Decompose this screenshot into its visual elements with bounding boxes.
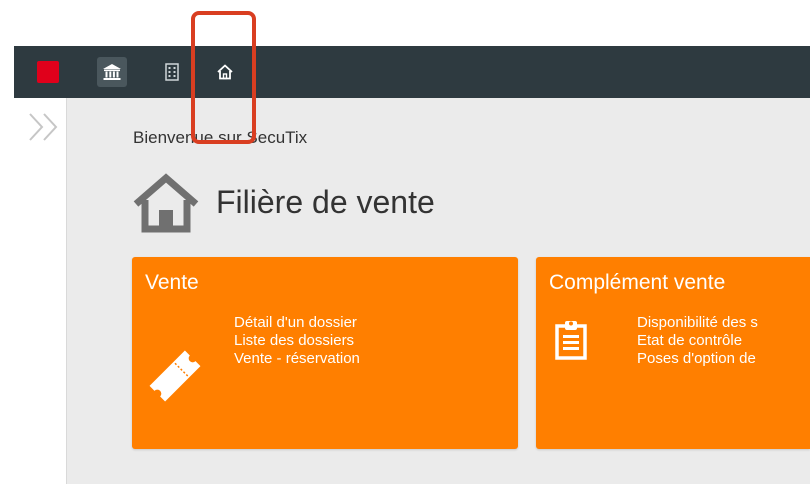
card-links: Disponibilité des s Etat de contrôle Pos… [637, 314, 758, 368]
card-links: Détail d'un dossier Liste des dossiers V… [234, 314, 360, 368]
link-detail-dossier[interactable]: Détail d'un dossier [234, 314, 360, 332]
sidebar [14, 98, 67, 484]
double-chevron-right-icon[interactable] [26, 112, 62, 142]
clipboard-icon [555, 321, 587, 360]
building-icon[interactable] [157, 57, 187, 87]
link-etat-controle[interactable]: Etat de contrôle [637, 332, 758, 350]
house-icon [133, 173, 199, 233]
top-bar [14, 46, 810, 98]
card-title[interactable]: Vente [145, 271, 199, 295]
main-content: Bienvenue sur SecuTix Filière de vente V… [67, 98, 810, 484]
bank-icon[interactable] [97, 57, 127, 87]
card-title[interactable]: Complément vente [549, 271, 725, 295]
link-poses-option[interactable]: Poses d'option de [637, 350, 758, 368]
page-title: Filière de vente [216, 184, 435, 220]
link-vente-reservation[interactable]: Vente - réservation [234, 350, 360, 368]
app-logo-icon[interactable] [37, 61, 59, 83]
card-vente: Vente Détail d'un dossier Liste des doss… [132, 257, 518, 449]
highlight-box [191, 11, 256, 144]
ticket-icon [149, 350, 201, 402]
link-liste-dossiers[interactable]: Liste des dossiers [234, 332, 360, 350]
card-complement-vente: Complément vente Disponibilité des s Eta… [536, 257, 810, 449]
link-disponibilite[interactable]: Disponibilité des s [637, 314, 758, 332]
